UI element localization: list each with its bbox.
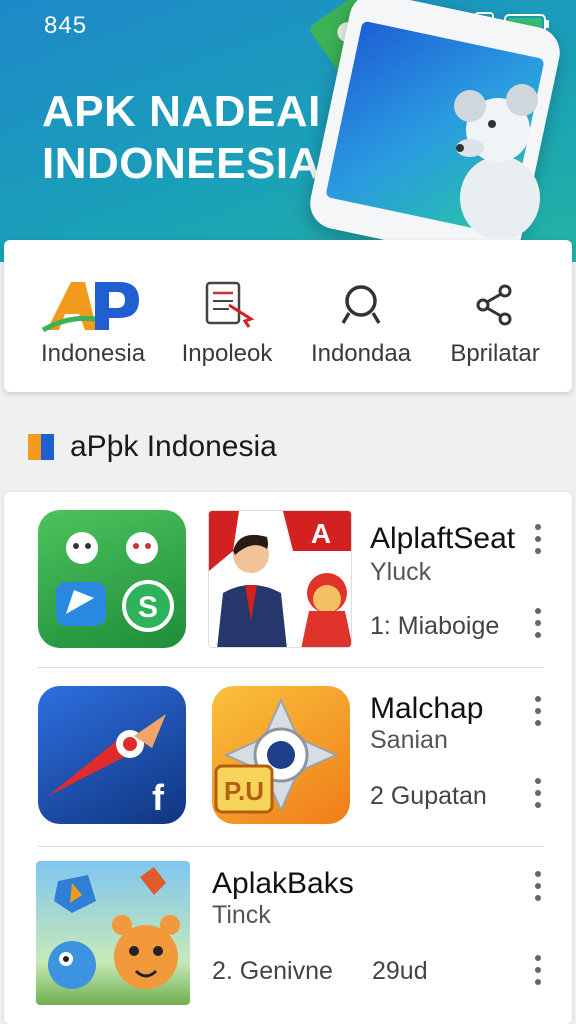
more-options-icon[interactable]: [528, 778, 548, 808]
app-meta: 1: Miaboige: [370, 612, 500, 640]
search-icon: [339, 274, 383, 336]
nav-label-bprilatar: Bprilatar: [450, 340, 540, 367]
rocket-social-icon: f: [38, 686, 186, 824]
nav-label-indonesia: Indonesia: [40, 340, 146, 367]
more-options-icon[interactable]: [528, 608, 548, 638]
mascot-illustration: [454, 84, 540, 238]
more-options-icon[interactable]: [528, 524, 548, 554]
app-name: Malchap: [370, 692, 484, 725]
app-subtitle: Sanian: [370, 726, 448, 754]
section-marker-icon: [28, 434, 54, 460]
app-list: S A AlplaftSeat Yluck 1: Miaboige f P.U …: [4, 492, 572, 1024]
hero-banner: 845 APK NADEAI INDONEESIA: [0, 0, 576, 262]
app-name: AlplaftSeat: [370, 522, 516, 555]
share-icon: [475, 274, 515, 336]
status-time: 845: [44, 12, 88, 39]
nav-label-indondaa: Indondaa: [310, 340, 412, 367]
business-mascot-icon: A: [208, 510, 352, 648]
more-options-icon[interactable]: [528, 696, 548, 726]
pu-badge: P.U: [224, 776, 264, 806]
more-options-icon[interactable]: [528, 955, 548, 985]
nav-label-inpoleok: Inpoleok: [181, 340, 273, 367]
list-item[interactable]: AplakBaks Tinck 2. Genivne 29ud: [4, 847, 572, 1024]
app-subtitle: Tinck: [212, 901, 271, 929]
nav-item-inpoleok[interactable]: Inpoleok: [156, 240, 298, 392]
nav-item-indonesia[interactable]: Indonesia: [22, 240, 164, 392]
list-item[interactable]: S A AlplaftSeat Yluck 1: Miaboige: [4, 492, 572, 667]
social-apps-icon: S: [38, 510, 186, 648]
nav-item-indondaa[interactable]: Indondaa: [290, 240, 432, 392]
section-title: aPþk Indonesia: [70, 430, 277, 463]
app-name: AplakBaks: [212, 867, 354, 900]
cartoon-friends-icon: [36, 861, 190, 1005]
app-meta: 2 Gupatan: [370, 782, 487, 810]
section-header: aPþk Indonesia: [28, 430, 277, 464]
app-meta: 2. Genivne: [212, 957, 333, 985]
hero-title: APK NADEAI INDONEESIA: [42, 86, 321, 190]
quick-nav-card: Indonesia Inpoleok Indondaa Bprilatar: [4, 240, 572, 392]
fb-letter: f: [152, 777, 165, 818]
list-item[interactable]: f P.U Malchap Sanian 2 Gupatan: [4, 668, 572, 846]
document-icon: [199, 274, 255, 336]
nav-item-bprilatar[interactable]: Bprilatar: [424, 240, 566, 392]
hero-title-line1: APK NADEAI: [42, 87, 321, 136]
app-meta-extra: 29ud: [372, 957, 428, 985]
compass-shield-icon: P.U: [212, 686, 350, 824]
hero-title-line2: INDONEESIA: [42, 139, 321, 188]
a-badge: A: [311, 518, 331, 549]
s-letter: S: [138, 591, 158, 624]
app-subtitle: Yluck: [370, 558, 432, 586]
more-options-icon[interactable]: [528, 871, 548, 901]
ap-logo-icon: [41, 274, 145, 336]
